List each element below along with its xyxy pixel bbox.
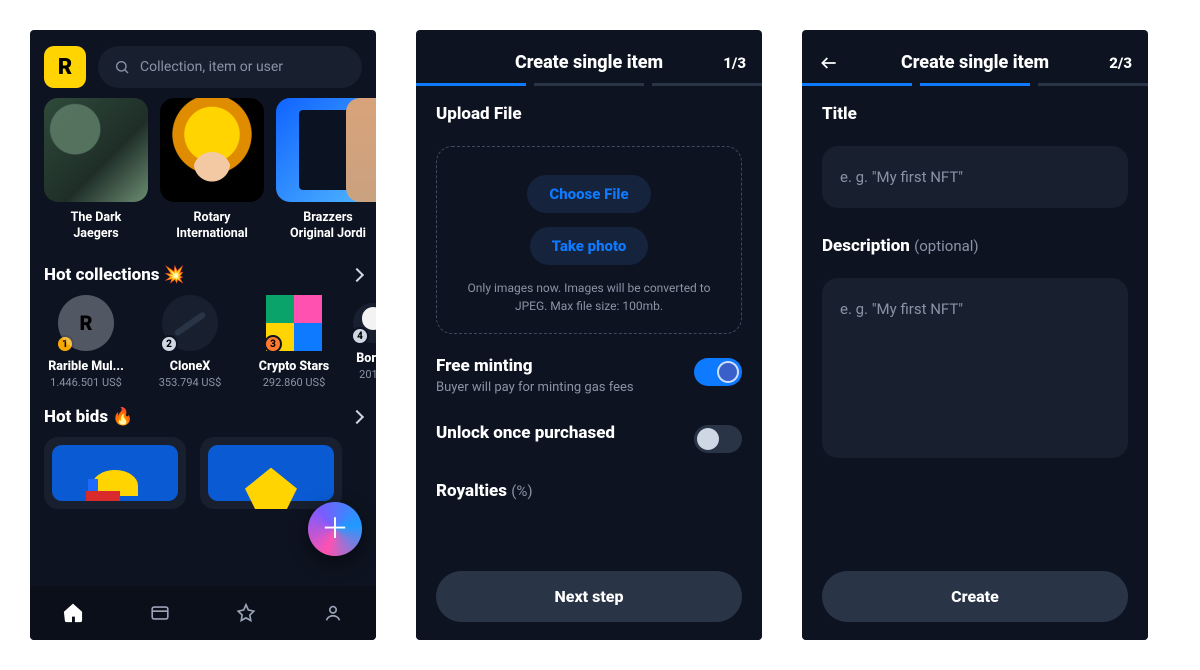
description-placeholder: e. g. "My first NFT" <box>840 300 963 318</box>
featured-thumb <box>160 98 264 202</box>
bid-thumb <box>208 445 334 501</box>
upload-file-label: Upload File <box>436 104 742 124</box>
royalties-unit: (%) <box>511 482 532 500</box>
upload-dropzone[interactable]: Choose File Take photo Only images now. … <box>436 146 742 334</box>
description-label: Description (optional) <box>822 236 1128 256</box>
progress-bar <box>416 83 762 104</box>
next-step-button[interactable]: Next step <box>436 571 742 622</box>
free-minting-sub: Buyer will pay for minting gas fees <box>436 380 634 395</box>
featured-thumb <box>44 98 148 202</box>
create-button[interactable]: Create <box>822 571 1128 622</box>
hot-bids-header[interactable]: Hot bids 🔥 <box>30 389 376 437</box>
cta-area: Create <box>802 557 1148 640</box>
collection-name: Crypto Stars <box>252 359 336 374</box>
bid-card[interactable] <box>200 437 342 509</box>
bottom-tabbar <box>30 586 376 640</box>
hot-bids-strip[interactable] <box>30 437 376 509</box>
step-indicator: 2/3 <box>1109 54 1132 72</box>
home-header: R Collection, item or user <box>30 30 376 98</box>
tab-home[interactable] <box>30 586 117 640</box>
chevron-right-icon <box>350 410 364 424</box>
royalties-label: Royalties (%) <box>436 481 742 501</box>
free-minting-title: Free minting <box>436 356 634 376</box>
page-title: Create single item <box>818 52 1132 73</box>
featured-label: Rotary International <box>176 210 248 241</box>
collection-sub: 353.794 US$ <box>159 376 222 389</box>
create-fab[interactable]: ＋ <box>308 502 362 556</box>
collection-card[interactable]: 3 Crypto Stars 292.860 US$ <box>252 295 336 389</box>
card-icon <box>149 602 171 624</box>
tab-profile[interactable] <box>290 586 377 640</box>
star-icon <box>235 602 257 624</box>
collection-sub: 1.446.501 US$ <box>50 376 122 389</box>
tab-wallet[interactable] <box>117 586 204 640</box>
unlock-toggle[interactable] <box>694 425 742 453</box>
app-logo[interactable]: R <box>44 46 86 88</box>
section-title: Hot collections 💥 <box>44 265 185 285</box>
take-photo-button[interactable]: Take photo <box>530 227 649 265</box>
collection-sub: 292.860 US$ <box>263 376 326 389</box>
rank-badge: 4 <box>351 327 369 345</box>
tab-favorites[interactable] <box>203 586 290 640</box>
featured-label: The Dark Jaegers <box>71 210 122 241</box>
featured-card[interactable]: Rotary International <box>160 98 264 241</box>
collection-avatar: 2 <box>162 295 218 351</box>
featured-card[interactable]: The Dark Jaegers <box>44 98 148 241</box>
description-input[interactable]: e. g. "My first NFT" <box>822 278 1128 458</box>
section-title: Hot bids 🔥 <box>44 407 133 427</box>
search-icon <box>114 59 130 75</box>
free-minting-row: Free minting Buyer will pay for minting … <box>436 356 742 395</box>
unlock-row: Unlock once purchased <box>436 423 742 453</box>
unlock-title: Unlock once purchased <box>436 423 615 443</box>
bid-card[interactable] <box>44 437 186 509</box>
hot-collections-strip[interactable]: 1 Rarible Mul... 1.446.501 US$ 2 CloneX … <box>30 295 376 389</box>
choose-file-button[interactable]: Choose File <box>527 175 650 213</box>
title-placeholder: e. g. "My first NFT" <box>840 168 963 186</box>
collection-name: CloneX <box>148 359 232 374</box>
rank-badge: 1 <box>56 335 74 353</box>
search-input[interactable]: Collection, item or user <box>98 46 362 88</box>
hot-collections-header[interactable]: Hot collections 💥 <box>30 247 376 295</box>
bid-thumb <box>52 445 178 501</box>
plus-icon: ＋ <box>321 515 349 543</box>
user-icon <box>322 602 344 624</box>
upload-hint: Only images now. Images will be converte… <box>455 279 723 315</box>
rank-badge: 2 <box>160 335 178 353</box>
collection-avatar: 1 <box>58 295 114 351</box>
featured-strip[interactable]: The Dark Jaegers Rotary International Br… <box>30 98 376 247</box>
step-indicator: 1/3 <box>723 54 746 72</box>
back-button[interactable] <box>818 52 840 74</box>
collection-card[interactable]: 2 CloneX 353.794 US$ <box>148 295 232 389</box>
collection-name: Rarible Mul... <box>44 359 128 374</box>
featured-thumb <box>346 98 376 202</box>
title-label: Title <box>822 104 1128 124</box>
collection-name: Bored <box>356 351 376 366</box>
title-input[interactable]: e. g. "My first NFT" <box>822 146 1128 208</box>
create-step2-screen: Create single item 2/3 Title e. g. "My f… <box>802 30 1148 640</box>
collection-sub: 201.2 <box>359 368 376 381</box>
home-icon <box>62 602 84 624</box>
page-title: Create single item <box>432 52 746 73</box>
cta-area: Next step <box>416 557 762 640</box>
collection-card[interactable]: 1 Rarible Mul... 1.446.501 US$ <box>44 295 128 389</box>
search-placeholder: Collection, item or user <box>140 59 283 75</box>
featured-label: Brazzers Original Jordi <box>290 210 366 241</box>
create-step1-screen: Create single item 1/3 Upload File Choos… <box>416 30 762 640</box>
collection-card-peek[interactable]: 4 Bored 201.2 <box>356 295 376 389</box>
collection-avatar: 4 <box>353 303 376 343</box>
home-screen: R Collection, item or user The Dark Jaeg… <box>30 30 376 640</box>
description-optional: (optional) <box>914 237 979 255</box>
chevron-right-icon <box>350 268 364 282</box>
screen-header: Create single item 1/3 <box>416 30 762 83</box>
collection-avatar: 3 <box>266 295 322 351</box>
free-minting-toggle[interactable] <box>694 358 742 386</box>
screen-header: Create single item 2/3 <box>802 30 1148 83</box>
arrow-left-icon <box>819 53 839 73</box>
progress-bar <box>802 83 1148 104</box>
